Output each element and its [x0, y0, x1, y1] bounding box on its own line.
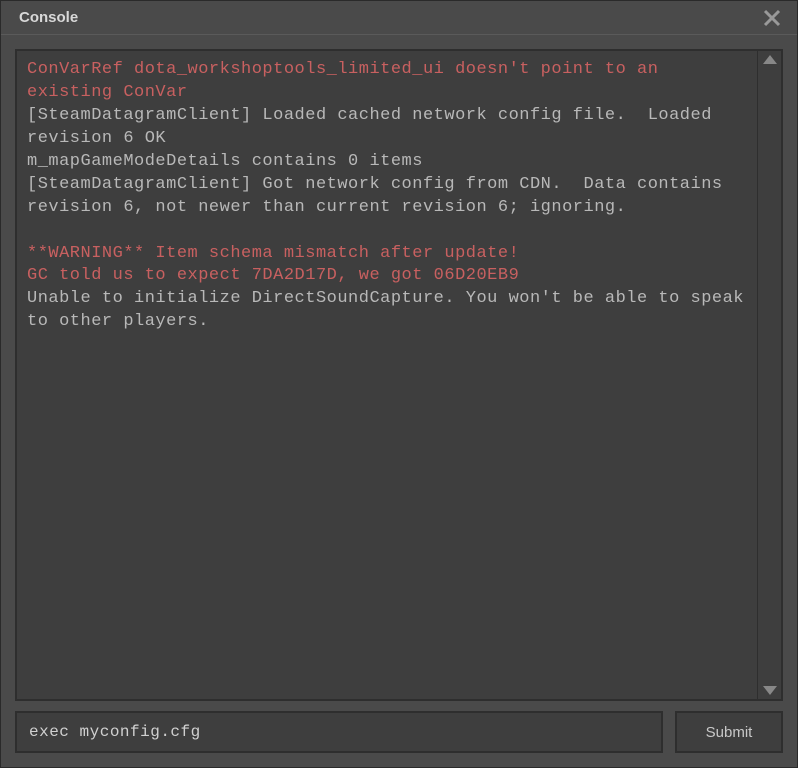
console-window: Console ConVarRef dota_workshoptools_lim…: [0, 0, 798, 768]
scroll-up-icon[interactable]: [763, 55, 777, 64]
log-line: **WARNING** Item schema mismatch after u…: [27, 244, 519, 263]
command-input[interactable]: [15, 711, 663, 753]
submit-button[interactable]: Submit: [675, 711, 783, 753]
close-icon: [763, 9, 781, 27]
log-line: GC told us to expect 7DA2D17D, we got 06…: [27, 266, 519, 285]
window-title: Console: [19, 9, 78, 26]
log-line: [SteamDatagramClient] Got network config…: [27, 175, 733, 217]
scroll-down-icon[interactable]: [763, 686, 777, 695]
titlebar: Console: [1, 1, 797, 35]
close-button[interactable]: [757, 3, 787, 33]
scrollbar[interactable]: [757, 51, 781, 699]
log-line: ConVarRef dota_workshoptools_limited_ui …: [27, 60, 669, 102]
content-area: ConVarRef dota_workshoptools_limited_ui …: [1, 35, 797, 767]
input-row: Submit: [15, 711, 783, 753]
log-line: m_mapGameModeDetails contains 0 items: [27, 152, 423, 171]
log-container: ConVarRef dota_workshoptools_limited_ui …: [15, 49, 783, 701]
log-line: [SteamDatagramClient] Loaded cached netw…: [27, 106, 723, 148]
log-line: Unable to initialize DirectSoundCapture.…: [27, 289, 755, 331]
log-output: ConVarRef dota_workshoptools_limited_ui …: [17, 51, 757, 699]
